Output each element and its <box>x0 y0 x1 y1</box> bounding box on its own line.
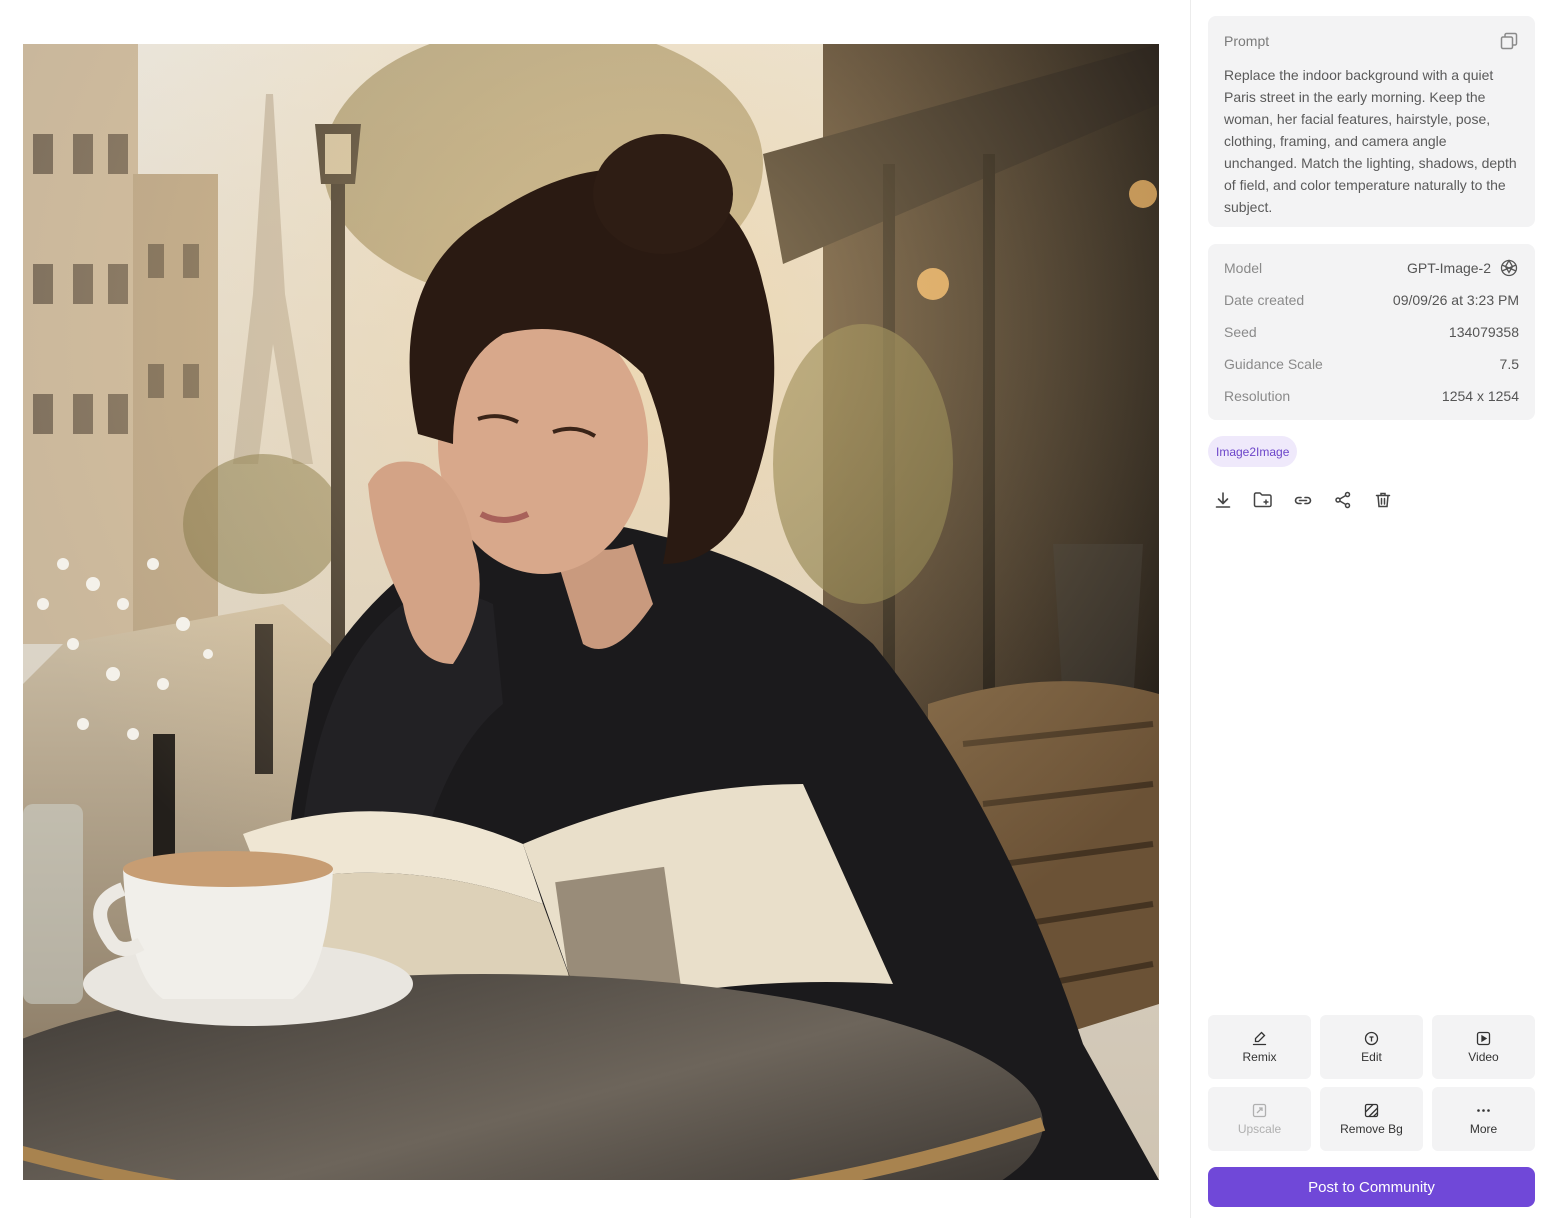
remix-button[interactable]: Remix <box>1208 1015 1311 1079</box>
detail-value: 134079358 <box>1448 324 1519 340</box>
copy-icon[interactable] <box>1499 31 1519 51</box>
detail-label: Date created <box>1224 292 1305 308</box>
detail-value: 1254 x 1254 <box>1441 388 1519 404</box>
detail-row-resolution: Resolution 1254 x 1254 <box>1224 380 1519 412</box>
download-icon[interactable] <box>1213 488 1233 512</box>
image-viewer <box>0 0 1190 1218</box>
upscale-icon <box>1252 1102 1268 1118</box>
upscale-label: Upscale <box>1237 1122 1282 1136</box>
share-icon[interactable] <box>1333 488 1353 512</box>
detail-row-model: Model GPT-Image-2 <box>1224 252 1519 284</box>
detail-label: Model <box>1224 260 1263 276</box>
remix-icon <box>1252 1030 1268 1046</box>
tools-grid: Remix Edit Video Upscale Remove Bg More <box>1208 1015 1535 1151</box>
generation-details: Model GPT-Image-2 Date created 09/09/26 … <box>1208 244 1535 420</box>
detail-row-guidance: Guidance Scale 7.5 <box>1224 348 1519 380</box>
generated-image-illustration <box>23 44 1159 1180</box>
add-to-folder-icon[interactable] <box>1253 488 1273 512</box>
details-panel: Prompt Replace the indoor background wit… <box>1191 0 1548 1218</box>
detail-value: 09/09/26 at 3:23 PM <box>1392 292 1519 308</box>
prompt-label: Prompt <box>1224 33 1270 49</box>
prompt-card: Prompt Replace the indoor background wit… <box>1208 16 1535 227</box>
detail-row-date: Date created 09/09/26 at 3:23 PM <box>1224 284 1519 316</box>
remove-bg-icon <box>1364 1102 1380 1118</box>
upscale-button[interactable]: Upscale <box>1208 1087 1311 1151</box>
more-icon <box>1476 1102 1492 1118</box>
link-icon[interactable] <box>1293 488 1313 512</box>
generated-image[interactable] <box>23 44 1159 1180</box>
post-to-community-button[interactable]: Post to Community <box>1208 1167 1535 1207</box>
remove-bg-label: Remove Bg <box>1340 1122 1403 1136</box>
detail-label: Guidance Scale <box>1224 356 1323 372</box>
more-button[interactable]: More <box>1432 1087 1535 1151</box>
edit-label: Edit <box>1361 1050 1382 1064</box>
prompt-header: Prompt <box>1224 32 1519 50</box>
video-button[interactable]: Video <box>1432 1015 1535 1079</box>
detail-label: Resolution <box>1224 388 1291 404</box>
remix-label: Remix <box>1242 1050 1277 1064</box>
detail-label: Seed <box>1224 324 1257 340</box>
mode-tag[interactable]: Image2Image <box>1208 436 1298 467</box>
detail-value: GPT-Image-2 <box>1406 260 1491 276</box>
edit-icon <box>1364 1030 1380 1046</box>
more-label: More <box>1469 1122 1498 1136</box>
detail-value: 7.5 <box>1499 356 1519 372</box>
trash-icon[interactable] <box>1373 488 1393 512</box>
image-actions <box>1213 488 1393 512</box>
detail-value-wrap: GPT-Image-2 <box>1407 258 1519 278</box>
video-icon <box>1476 1030 1492 1046</box>
remove-bg-button[interactable]: Remove Bg <box>1320 1087 1423 1151</box>
openai-logo-icon <box>1499 258 1519 278</box>
edit-button[interactable]: Edit <box>1320 1015 1423 1079</box>
prompt-text: Replace the indoor background with a qui… <box>1224 67 1517 215</box>
detail-row-seed: Seed 134079358 <box>1224 316 1519 348</box>
video-label: Video <box>1468 1050 1499 1064</box>
